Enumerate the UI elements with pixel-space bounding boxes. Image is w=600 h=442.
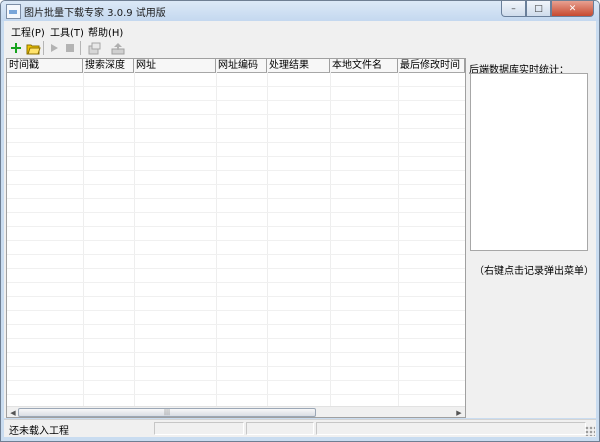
horizontal-scrollbar[interactable]: ◀ ||| ▶ [7, 406, 465, 417]
stop-icon [66, 44, 74, 52]
menu-bar: 工程(P) 工具(T) 帮助(H) [4, 21, 596, 39]
grid-column-line [267, 72, 268, 406]
toolbar-separator [43, 41, 44, 55]
status-pane [316, 422, 586, 435]
app-icon [6, 4, 21, 19]
grid-row-line [7, 170, 465, 171]
grid-row-line [7, 86, 465, 87]
grid-row-line [7, 268, 465, 269]
grid-row-line [7, 352, 465, 353]
grid-row-line [7, 212, 465, 213]
open-folder-icon [26, 44, 41, 54]
resize-grip[interactable] [585, 426, 595, 436]
scroll-thumb[interactable]: ||| [18, 408, 316, 417]
grid-row-line [7, 338, 465, 339]
grid-row-line [7, 100, 465, 101]
export-icon [111, 42, 125, 54]
open-button[interactable] [25, 40, 41, 56]
status-bar: 还未载入工程 [4, 419, 596, 437]
grid-row-line [7, 128, 465, 129]
grid-row-line [7, 198, 465, 199]
grid-column-line [330, 72, 331, 406]
grid-row-line [7, 254, 465, 255]
column-header-depth[interactable]: 搜索深度 [83, 59, 134, 72]
grid-row-line [7, 366, 465, 367]
stop-button[interactable] [62, 40, 78, 56]
main-window: 图片批量下载专家 3.0.9 试用版 – □ ✕ 工程(P) 工具(T) 帮助(… [0, 0, 600, 442]
menu-tools[interactable]: 工具(T) [50, 24, 84, 39]
context-menu-hint: （右键点击记录弹出菜单） [474, 266, 594, 277]
grid-row-line [7, 114, 465, 115]
table-header: 时间戳 搜索深度 网址 网址编码 处理结果 本地文件名 最后修改时间 [7, 59, 465, 73]
grid-row-line [7, 394, 465, 395]
grid-column-line [83, 72, 84, 406]
grid-row-line [7, 226, 465, 227]
column-header-result[interactable]: 处理结果 [267, 59, 330, 72]
grid-row-line [7, 156, 465, 157]
build-icon [88, 42, 100, 54]
window-controls: – □ ✕ [501, 1, 594, 17]
menu-project[interactable]: 工程(P) [11, 24, 45, 39]
grid-row-line [7, 296, 465, 297]
scroll-right-icon[interactable]: ▶ [453, 408, 465, 417]
start-button[interactable] [46, 40, 62, 56]
record-table[interactable]: 时间戳 搜索深度 网址 网址编码 处理结果 本地文件名 最后修改时间 ◀ |||… [6, 58, 466, 418]
status-text: 还未载入工程 [9, 426, 69, 437]
minimize-button[interactable]: – [501, 1, 526, 17]
grid-column-line [216, 72, 217, 406]
stats-panel [470, 73, 588, 251]
grid-row-line [7, 142, 465, 143]
column-header-local-filename[interactable]: 本地文件名 [330, 59, 398, 72]
status-pane [154, 422, 244, 435]
column-header-modified-time[interactable]: 最后修改时间 [398, 59, 465, 72]
build-button[interactable] [86, 40, 102, 56]
title-bar[interactable]: 图片批量下载专家 3.0.9 试用版 – □ ✕ [1, 1, 599, 21]
column-header-timestamp[interactable]: 时间戳 [7, 59, 83, 72]
grid-column-line [134, 72, 135, 406]
client-area: 时间戳 搜索深度 网址 网址编码 处理结果 本地文件名 最后修改时间 ◀ |||… [4, 58, 596, 418]
grid-row-line [7, 380, 465, 381]
maximize-button[interactable]: □ [526, 1, 551, 17]
grid-row-line [7, 324, 465, 325]
window-title: 图片批量下载专家 3.0.9 试用版 [24, 8, 166, 19]
column-header-url-encoding[interactable]: 网址编码 [216, 59, 267, 72]
toolbar [4, 38, 596, 59]
play-icon [51, 44, 58, 52]
close-button[interactable]: ✕ [551, 1, 594, 17]
grid-column-line [398, 72, 399, 406]
grid-row-line [7, 240, 465, 241]
grid-row-line [7, 310, 465, 311]
grid-row-line [7, 184, 465, 185]
menu-help[interactable]: 帮助(H) [88, 24, 123, 39]
column-header-url[interactable]: 网址 [134, 59, 216, 72]
grid-column-line [465, 72, 466, 406]
export-button[interactable] [110, 40, 126, 56]
toolbar-separator [80, 41, 81, 55]
add-icon [11, 43, 21, 53]
add-button[interactable] [8, 40, 24, 56]
grid-row-line [7, 282, 465, 283]
status-pane [246, 422, 314, 435]
